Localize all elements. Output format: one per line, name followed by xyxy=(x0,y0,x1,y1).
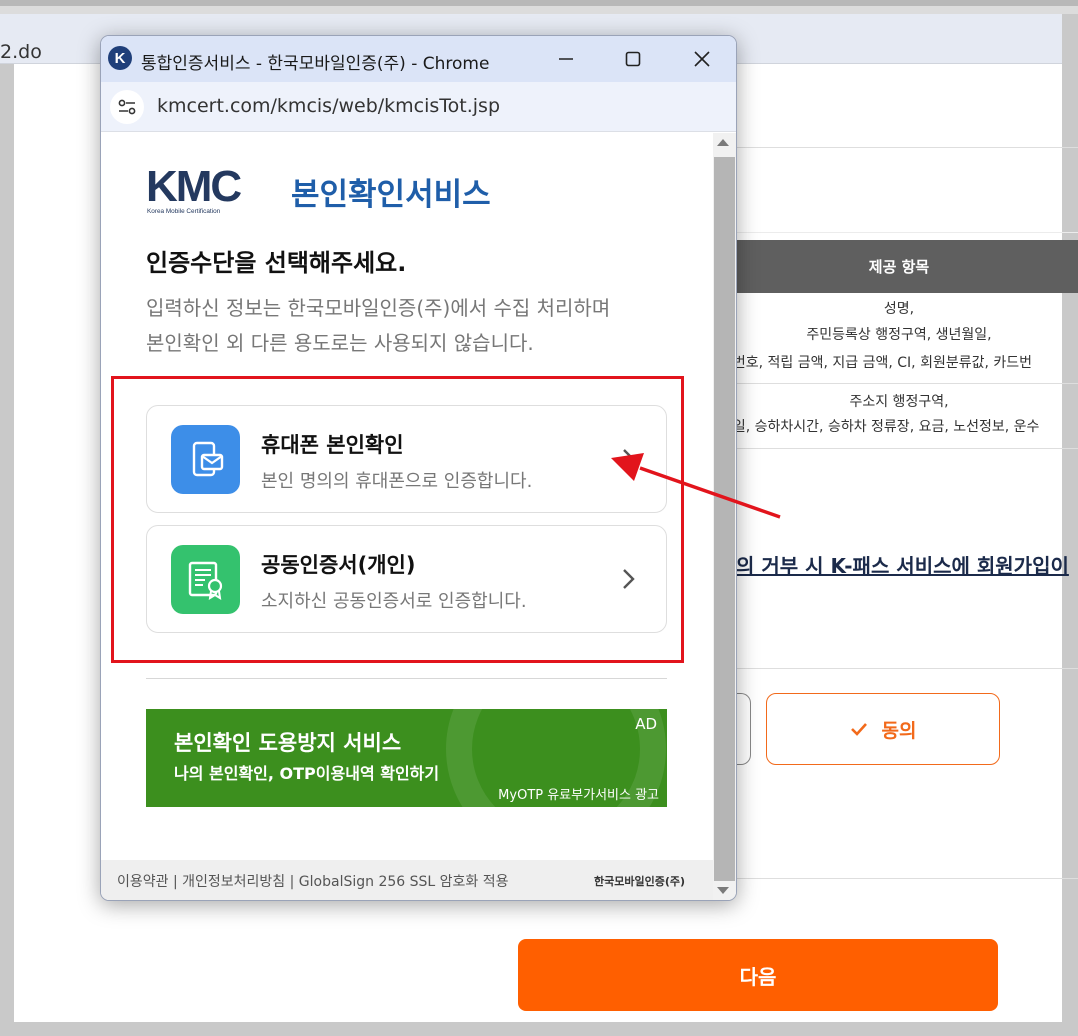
annotation-arrow-icon xyxy=(611,453,781,519)
